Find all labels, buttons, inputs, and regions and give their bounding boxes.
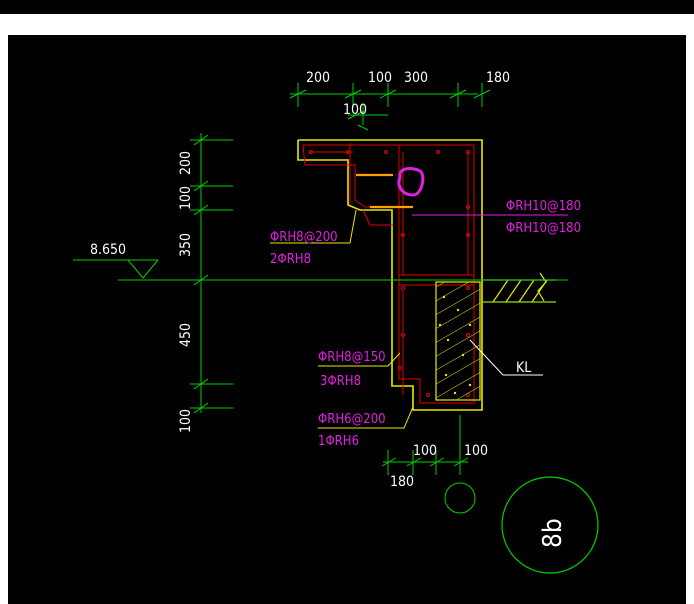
rebar-label-upper-left-2: 2ΦRH8: [270, 252, 311, 267]
beam-callout: KL: [469, 339, 543, 376]
top-dimensions: [289, 83, 491, 131]
dim-bottom-1: 100: [413, 443, 437, 459]
elevation-mark: 8.650: [73, 242, 250, 281]
lower-rebar-callout: ΦRH8@150 3ΦRH8: [318, 350, 401, 389]
bottom-rebar-callout: ΦRH6@200 1ΦRH6: [318, 406, 414, 449]
elevation-value: 8.650: [90, 242, 126, 258]
beam-label: KL: [516, 360, 531, 376]
rebar-label-lower-2: 3ΦRH8: [320, 374, 361, 389]
rebar-label-lower-1: ΦRH8@150: [318, 350, 386, 365]
dim-left-1: 200: [178, 151, 194, 175]
dim-left-2: 100: [178, 186, 194, 210]
dim-top-1: 200: [306, 70, 330, 86]
dim-top-4: 180: [486, 70, 510, 86]
cad-canvas[interactable]: 200 100 300 180 100 200 100 350 450 100 …: [8, 35, 686, 604]
dim-left-3: 350: [178, 233, 194, 257]
beam-hatch: [435, 281, 481, 401]
left-dimensions: [190, 133, 233, 414]
detail-marker: 8b: [501, 476, 599, 574]
top-bar: [0, 0, 694, 14]
rebar-label-upper-left-1: ΦRH8@200: [270, 230, 338, 245]
rebar-label-bottom-1: ΦRH6@200: [318, 412, 386, 427]
detail-drawing: 200 100 300 180 100 200 100 350 450 100 …: [73, 70, 599, 574]
dim-left-4: 450: [178, 323, 194, 347]
dim-top-3: 300: [404, 70, 428, 86]
right-rebar-callout: ΦRH10@180 ΦRH10@180: [412, 199, 581, 236]
dim-top-5: 100: [343, 102, 367, 118]
rebar-label-right-1: ΦRH10@180: [506, 199, 581, 214]
dim-bottom-2: 100: [464, 443, 488, 459]
rebar-label-right-2: ΦRH10@180: [506, 221, 581, 236]
dim-top-2: 100: [368, 70, 392, 86]
dim-left-5: 100: [178, 409, 194, 433]
detail-number: 8b: [538, 518, 568, 548]
left-dimension-texts: 200 100 350 450 100: [178, 151, 194, 433]
rebar-label-bottom-2: 1ΦRH6: [318, 434, 359, 449]
floor-slab: [482, 272, 556, 303]
screenshot-frame: 200 100 300 180 100 200 100 350 450 100 …: [0, 0, 694, 604]
axis-bubble: [444, 482, 476, 514]
dim-bottom-3: 180: [390, 474, 414, 490]
upper-left-rebar-callout: ΦRH8@200 2ΦRH8: [270, 209, 357, 267]
bottom-dimension-texts: 100 100 180: [390, 443, 488, 490]
